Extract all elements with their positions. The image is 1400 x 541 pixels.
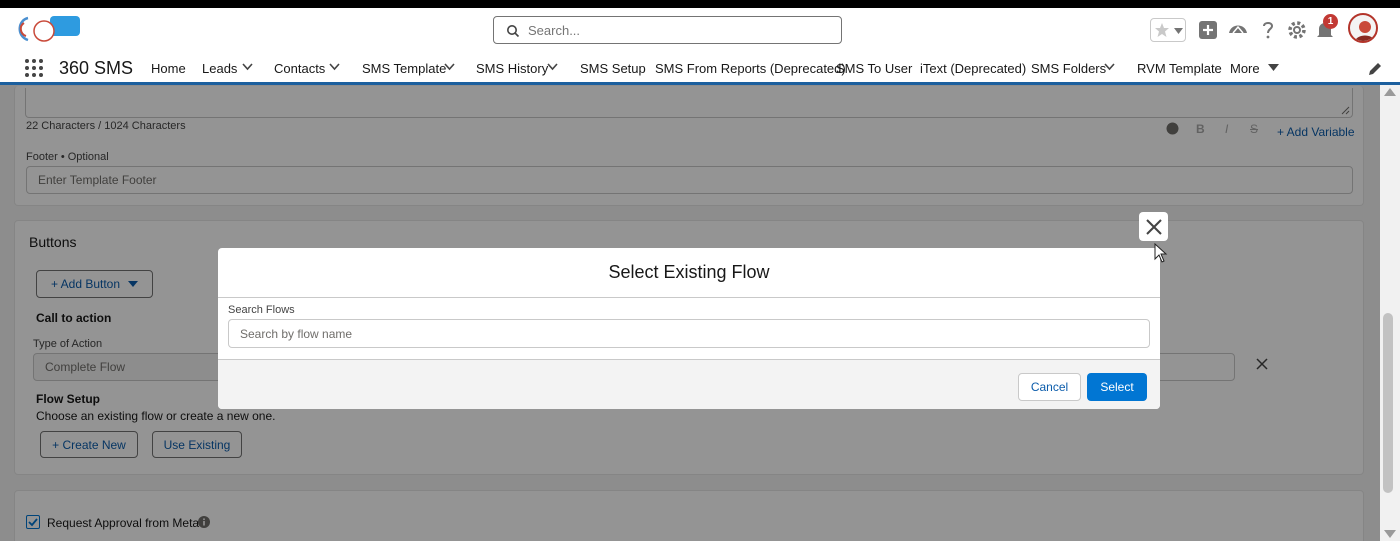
global-header: 1 — [0, 0, 1400, 52]
nav-item-sms-template[interactable]: SMS Template — [362, 61, 446, 76]
chevron-down-icon[interactable] — [444, 63, 455, 71]
edit-nav-icon[interactable] — [1368, 62, 1382, 76]
nav-item-sms-setup[interactable]: SMS Setup — [580, 61, 646, 76]
gear-icon[interactable] — [1286, 19, 1308, 41]
nav-item-sms-folders[interactable]: SMS Folders — [1031, 61, 1106, 76]
close-icon — [1145, 218, 1162, 235]
search-flows-label: Search Flows — [228, 304, 295, 316]
nav-item-sms-from-reports[interactable]: SMS From Reports (Deprecated) — [655, 61, 846, 76]
nav-item-rvm-template[interactable]: RVM Template — [1137, 61, 1222, 76]
avatar[interactable] — [1348, 13, 1378, 43]
app-launcher-icon[interactable] — [24, 58, 44, 78]
nav-item-sms-history[interactable]: SMS History — [476, 61, 548, 76]
search-flows-placeholder: Search by flow name — [240, 326, 353, 341]
global-search[interactable] — [493, 16, 842, 44]
scroll-down-icon[interactable] — [1384, 530, 1396, 538]
star-icon — [1155, 23, 1169, 37]
app-logo[interactable] — [14, 14, 82, 44]
caret-down-icon[interactable] — [1268, 64, 1279, 72]
nav-item-leads[interactable]: Leads — [202, 61, 237, 76]
browser-strip — [0, 0, 1400, 8]
global-search-input[interactable] — [528, 21, 828, 39]
help-icon[interactable] — [1257, 19, 1279, 41]
search-flows-input[interactable]: Search by flow name — [228, 319, 1150, 348]
chevron-down-icon[interactable] — [1104, 63, 1115, 71]
app-nav-bar: 360 SMS Home Leads Contacts SMS Template… — [0, 52, 1400, 85]
add-icon[interactable] — [1197, 19, 1219, 41]
modal-header: Select Existing Flow — [218, 248, 1160, 298]
modal-body: Search Flows Search by flow name — [218, 298, 1160, 359]
chevron-down-icon[interactable] — [242, 63, 253, 71]
mouse-cursor-icon — [1154, 243, 1168, 263]
chevron-down-icon — [1174, 28, 1183, 34]
nav-item-home[interactable]: Home — [151, 61, 186, 76]
select-existing-flow-modal: Select Existing Flow Search Flows Search… — [218, 248, 1160, 409]
search-icon — [507, 25, 520, 38]
scroll-up-icon[interactable] — [1384, 88, 1396, 96]
nav-item-more[interactable]: More — [1230, 61, 1260, 76]
chevron-down-icon[interactable] — [547, 63, 558, 71]
favorites-button[interactable] — [1150, 18, 1186, 42]
notification-badge: 1 — [1323, 14, 1338, 29]
modal-footer: Cancel Select — [218, 359, 1160, 409]
cancel-button[interactable]: Cancel — [1018, 373, 1081, 401]
nav-item-contacts[interactable]: Contacts — [274, 61, 325, 76]
page-scrollbar-thumb[interactable] — [1383, 313, 1393, 493]
chevron-down-icon[interactable] — [329, 63, 340, 71]
app-name: 360 SMS — [59, 58, 134, 78]
nav-item-sms-to-user[interactable]: SMS To User — [836, 61, 912, 76]
modal-close-button[interactable] — [1139, 212, 1168, 241]
nav-item-itext[interactable]: iText (Deprecated) — [920, 61, 1026, 76]
modal-title: Select Existing Flow — [608, 262, 770, 282]
trailhead-icon[interactable] — [1227, 19, 1249, 41]
select-button[interactable]: Select — [1087, 373, 1147, 401]
